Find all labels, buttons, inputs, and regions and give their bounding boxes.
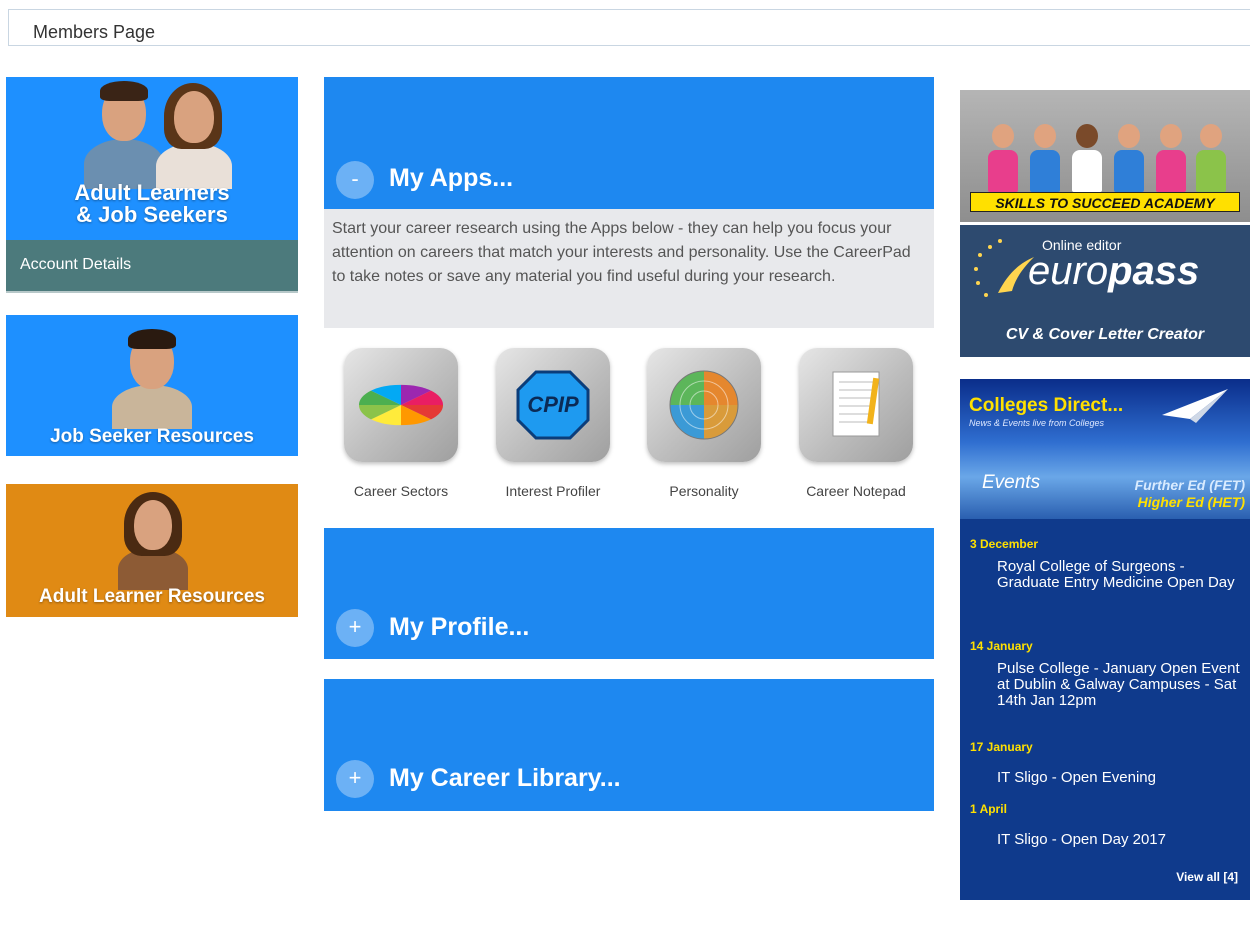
apps-description: Start your career research using the App… — [324, 209, 934, 328]
my-apps-title[interactable]: My Apps... — [389, 164, 513, 193]
cheering-figure — [1072, 124, 1102, 192]
my-profile-panel: + My Profile... — [324, 528, 934, 659]
europass-logo: europass — [1028, 249, 1200, 293]
app-label: Career Sectors — [353, 483, 449, 499]
event-date: 17 January — [970, 740, 1033, 754]
event-link[interactable]: Royal College of Surgeons - Graduate Ent… — [997, 559, 1245, 591]
cpip-icon: CPIP — [496, 348, 610, 462]
colleges-direct-subtitle: News & Events live from Colleges — [969, 418, 1105, 428]
fet-label: Further Ed (FET) — [1134, 477, 1245, 493]
het-label: Higher Ed (HET) — [1137, 494, 1245, 510]
colleges-direct-header: Colleges Direct... News & Events live fr… — [960, 379, 1250, 519]
my-apps-panel: - My Apps... — [324, 77, 934, 209]
page-header: Members Page — [8, 9, 1250, 46]
event-link[interactable]: Pulse College - January Open Event at Du… — [997, 661, 1245, 709]
adult-learner-caption: Adult Learner Resources — [39, 586, 265, 607]
app-label: Personality — [669, 483, 739, 499]
my-profile-title[interactable]: My Profile... — [389, 613, 529, 642]
cheering-figure — [988, 124, 1018, 192]
radar-wheel-icon — [647, 348, 761, 462]
job-seeker-resources-tile[interactable]: Job Seeker Resources — [6, 315, 298, 456]
cheering-figure — [1114, 124, 1144, 192]
event-date: 1 April — [970, 802, 1007, 816]
job-seeker-caption: Job Seeker Resources — [50, 426, 254, 447]
woman-photo — [154, 77, 234, 189]
adult-learner-resources-tile[interactable]: Adult Learner Resources — [6, 484, 298, 617]
skills-to-succeed-banner[interactable]: SKILLS TO SUCCEED ACADEMY — [960, 90, 1250, 222]
paper-plane-icon — [1162, 389, 1228, 423]
adult-job-caption: Adult Learners & Job Seekers — [74, 180, 230, 227]
app-label: Career Notepad — [806, 483, 906, 499]
skills-banner-text: SKILLS TO SUCCEED ACADEMY — [970, 192, 1240, 212]
my-career-library-panel: + My Career Library... — [324, 679, 934, 811]
cheering-figure — [1156, 124, 1186, 192]
my-career-library-title[interactable]: My Career Library... — [389, 764, 621, 793]
event-date: 3 December — [970, 537, 1039, 551]
europass-banner[interactable]: Online editor europass CV & Cover Letter… — [960, 225, 1250, 357]
expand-library-button[interactable]: + — [336, 760, 374, 798]
notepad-icon — [799, 348, 913, 462]
app-interest-profiler[interactable]: CPIP Interest Profiler — [491, 348, 615, 499]
cheering-figure — [1196, 124, 1226, 192]
colleges-direct-widget: Colleges Direct... News & Events live fr… — [960, 379, 1250, 900]
events-label: Events — [982, 472, 1041, 493]
app-career-notepad[interactable]: Career Notepad — [794, 348, 918, 499]
view-all-events-link[interactable]: View all [4] — [1176, 870, 1238, 884]
event-link[interactable]: IT Sligo - Open Day 2017 — [997, 832, 1245, 848]
svg-text:CPIP: CPIP — [527, 392, 579, 417]
event-link[interactable]: IT Sligo - Open Evening — [997, 770, 1245, 786]
woman-photo — [118, 490, 188, 590]
man-photo — [84, 77, 164, 189]
europass-subtitle: CV & Cover Letter Creator — [1005, 326, 1205, 343]
account-details-link[interactable]: Account Details — [6, 240, 298, 293]
cheering-figure — [1030, 124, 1060, 192]
app-career-sectors[interactable]: Career Sectors — [339, 348, 463, 499]
adult-learners-job-seekers-tile[interactable]: Adult Learners & Job Seekers — [6, 77, 298, 240]
app-label: Interest Profiler — [505, 483, 601, 499]
collapse-apps-button[interactable]: - — [336, 161, 374, 199]
event-date: 14 January — [970, 639, 1033, 653]
app-personality[interactable]: Personality — [642, 348, 766, 499]
man-photo — [112, 329, 192, 429]
pie-chart-icon — [344, 348, 458, 462]
colleges-direct-title: Colleges Direct... — [969, 395, 1124, 416]
expand-profile-button[interactable]: + — [336, 609, 374, 647]
account-details-label: Account Details — [20, 256, 132, 273]
page-title: Members Page — [33, 22, 156, 42]
